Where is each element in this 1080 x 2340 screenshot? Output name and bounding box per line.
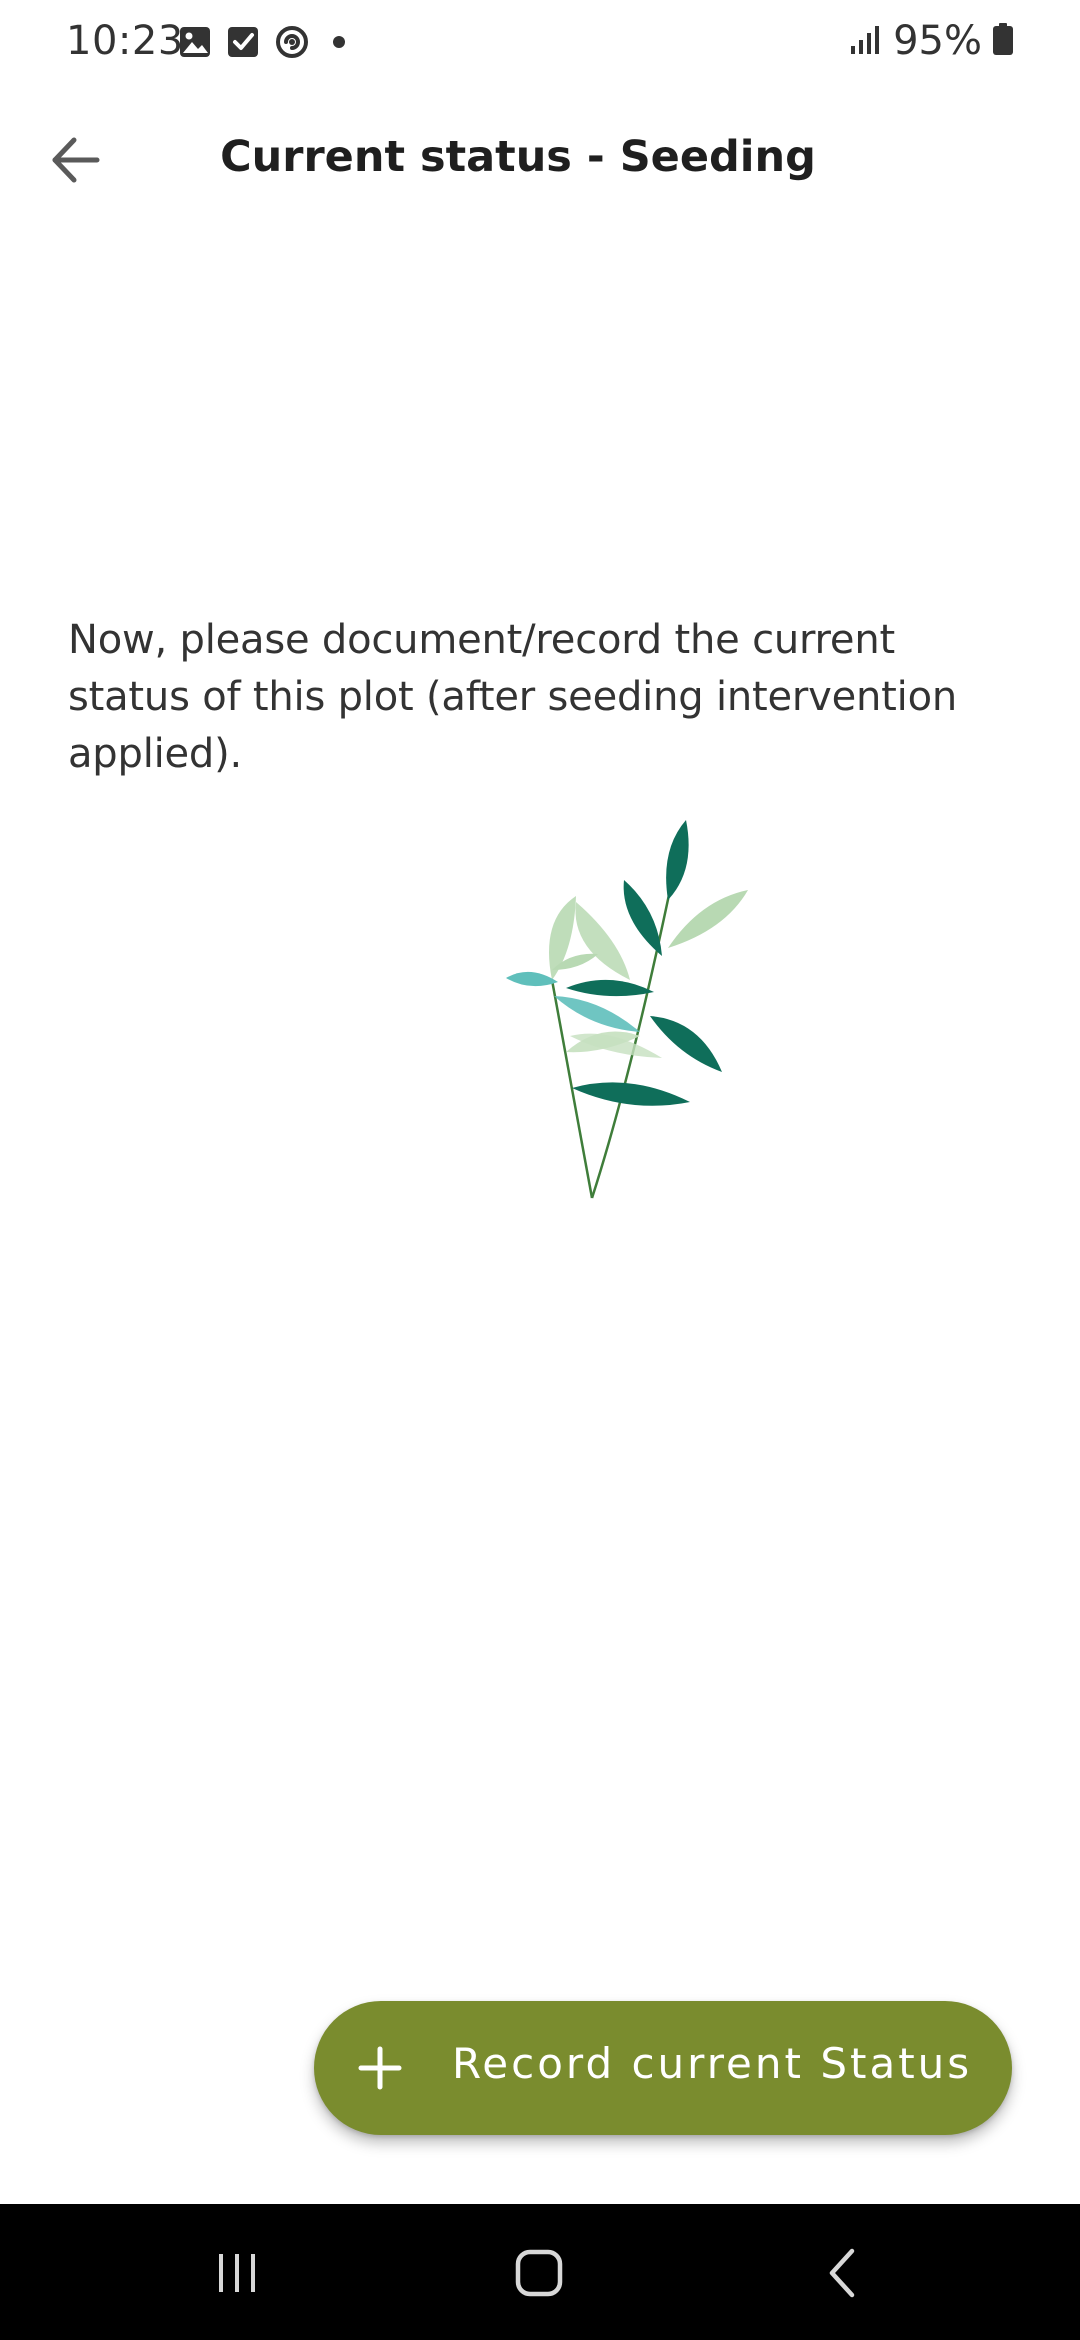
screen: 10:23 95% Current status - Seeding Now, … bbox=[0, 0, 1080, 2340]
status-time: 10:23 bbox=[66, 18, 184, 64]
recent-apps-button[interactable] bbox=[192, 2238, 282, 2308]
back-icon bbox=[829, 2248, 855, 2298]
sync-icon bbox=[274, 24, 310, 60]
app-bar: Current status - Seeding bbox=[0, 110, 1080, 210]
system-nav-bar bbox=[0, 2204, 1080, 2340]
battery-percentage: 95% bbox=[893, 18, 982, 64]
signal-icon bbox=[849, 22, 883, 60]
page-title: Current status - Seeding bbox=[220, 132, 816, 182]
home-icon bbox=[515, 2249, 563, 2297]
status-bar: 10:23 95% bbox=[0, 0, 1080, 88]
status-right: 95% bbox=[849, 18, 1014, 64]
recent-apps-icon bbox=[219, 2254, 255, 2292]
home-button[interactable] bbox=[494, 2238, 584, 2308]
battery-icon bbox=[992, 22, 1014, 60]
fab-label: Record current Status bbox=[452, 2039, 973, 2088]
instruction-text: Now, please document/record the current … bbox=[68, 617, 957, 777]
status-icons-left bbox=[178, 24, 354, 60]
plant-illustration bbox=[506, 820, 748, 1199]
image-icon bbox=[178, 25, 212, 59]
checkbox-icon bbox=[226, 25, 260, 59]
system-back-button[interactable] bbox=[798, 2238, 888, 2308]
record-current-status-button[interactable]: Record current Status bbox=[314, 2001, 1012, 2135]
plus-icon bbox=[358, 2046, 402, 2090]
dot-icon bbox=[324, 25, 354, 59]
